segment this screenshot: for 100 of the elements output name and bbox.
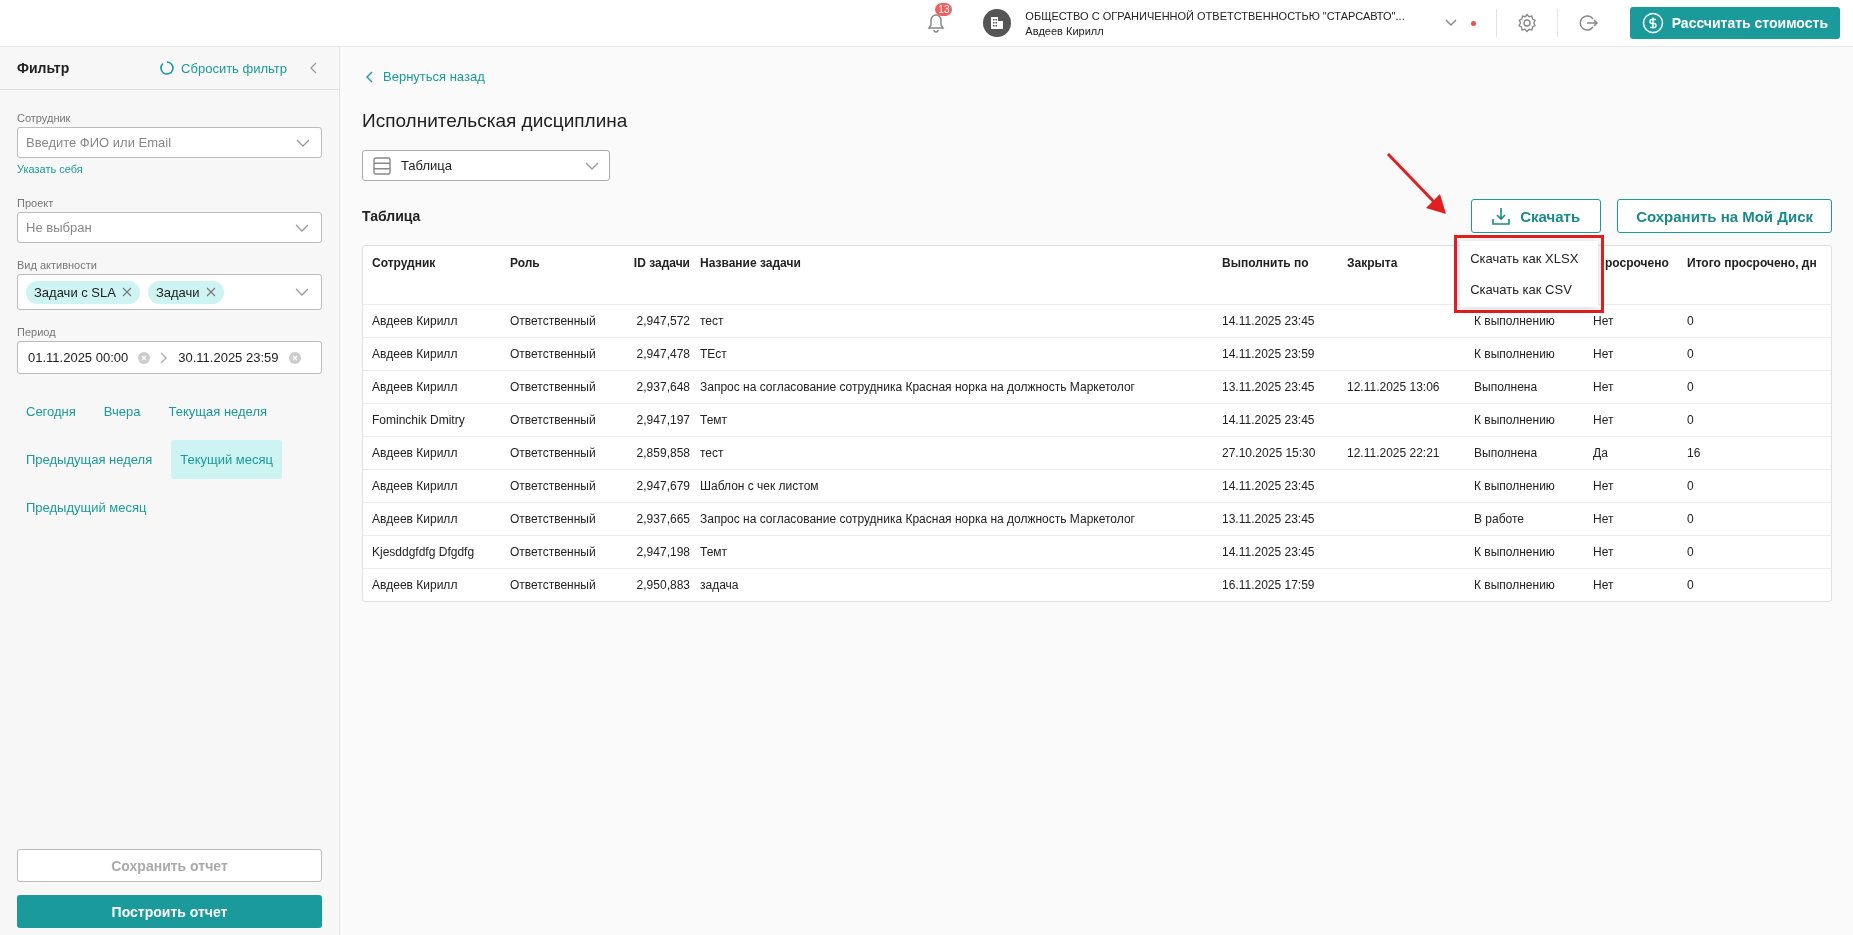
column-header: Название задачи <box>700 256 801 270</box>
menu-item[interactable]: Скачать как XLSX <box>1460 243 1599 274</box>
table-cell: 0 <box>1687 380 1694 394</box>
table-cell: 2,937,665 <box>636 512 690 526</box>
settings-icon[interactable] <box>1516 13 1537 33</box>
table-cell: 0 <box>1687 413 1694 427</box>
table-cell: 2,947,572 <box>636 314 690 328</box>
table-cell: К выполнению <box>1474 314 1555 328</box>
table-cell: 2,950,883 <box>636 578 690 592</box>
back-link[interactable]: Вернуться назад <box>365 69 485 84</box>
table-cell: Авдеев Кирилл <box>372 314 458 328</box>
period-preset-button[interactable]: Сегодня <box>17 392 85 431</box>
assign-self-link[interactable]: Указать себя <box>17 163 83 175</box>
table-cell: Нет <box>1593 413 1614 427</box>
employee-search-field[interactable]: Введите ФИО или Email <box>17 127 322 158</box>
save-to-disk-button[interactable]: Сохранить на Мой Диск <box>1617 199 1832 233</box>
chevron-right-icon <box>160 351 169 364</box>
table-cell: Авдеев Кирилл <box>372 512 458 526</box>
table-cell: 2,947,197 <box>636 413 690 427</box>
table-cell: тест <box>700 314 724 328</box>
table-cell: 12.11.2025 13:06 <box>1347 380 1440 394</box>
chevron-down-icon[interactable] <box>296 139 310 147</box>
table-cell: задача <box>700 578 739 592</box>
collapse-icon[interactable] <box>309 62 317 74</box>
activity-select[interactable]: Задачи с SLA Задачи <box>17 274 322 310</box>
calculate-cost-button[interactable]: Рассчитать стоимость <box>1629 7 1840 39</box>
table-cell: 2,937,648 <box>636 380 690 394</box>
view-select[interactable]: Таблица <box>362 150 610 181</box>
table-cell: 27.10.2025 15:30 <box>1222 446 1316 460</box>
download-button[interactable]: Скачать <box>1471 199 1602 233</box>
chevron-down-icon[interactable] <box>1444 19 1457 27</box>
table-cell: 13.11.2025 23:45 <box>1222 380 1315 394</box>
table-cell: 16.11.2025 17:59 <box>1222 578 1315 592</box>
table-cell: 16 <box>1687 446 1701 460</box>
period-preset-button[interactable]: Вчера <box>94 392 150 431</box>
close-icon[interactable] <box>205 287 216 297</box>
field-label: Проект <box>17 197 55 209</box>
table-cell: Ответственный <box>510 446 596 460</box>
table-cell: 14.11.2025 23:45 <box>1222 545 1315 559</box>
filter-title: Фильтр <box>17 60 71 76</box>
chip-label: Задачи с SLA <box>34 284 116 300</box>
table-cell: Ответственный <box>510 380 596 394</box>
chevron-left-icon <box>365 70 373 83</box>
project-select[interactable]: Не выбран <box>17 212 322 243</box>
page-title: Исполнительская дисциплина <box>362 110 628 132</box>
dollar-icon <box>1641 12 1664 34</box>
chevron-down-icon <box>295 223 309 232</box>
table-cell: Нет <box>1593 545 1614 559</box>
reset-filter-link[interactable]: Сбросить фильтр <box>159 60 287 76</box>
table-cell: Авдеев Кирилл <box>372 446 458 460</box>
table-cell: К выполнению <box>1474 578 1555 592</box>
table-cell: 14.11.2025 23:45 <box>1222 479 1315 493</box>
table-cell: Ответственный <box>510 347 596 361</box>
bell-icon[interactable] <box>927 13 946 33</box>
section-title: Таблица <box>362 208 422 224</box>
column-header: Сотрудник <box>372 256 436 270</box>
table-cell: 0 <box>1687 314 1694 328</box>
date-value: 30.11.2025 23:59 <box>178 350 279 365</box>
table-cell: Нет <box>1593 380 1614 394</box>
column-header: Выполнить по <box>1222 256 1309 270</box>
table-cell: К выполнению <box>1474 545 1555 559</box>
close-icon[interactable] <box>121 287 132 297</box>
column-header: Итого просрочено, дн <box>1687 256 1817 270</box>
logout-icon[interactable] <box>1577 13 1598 33</box>
period-preset-button[interactable]: Предыдущий месяц <box>17 488 156 527</box>
field-label: Вид активности <box>17 259 98 271</box>
table-cell: Нет <box>1593 347 1614 361</box>
chevron-down-icon <box>295 288 309 296</box>
table-cell: К выполнению <box>1474 413 1555 427</box>
table-cell: 0 <box>1687 545 1694 559</box>
activity-chip[interactable]: Задачи <box>147 280 224 304</box>
table-cell: Запрос на согласование сотрудника Красная норка на должность Маркетолог <box>700 512 1135 526</box>
table-cell: Выполнена <box>1474 446 1538 460</box>
table-cell: ТЕст <box>700 347 727 361</box>
table-cell: 13.11.2025 23:45 <box>1222 512 1315 526</box>
table-cell: 0 <box>1687 347 1694 361</box>
column-header: ID задачи <box>633 256 690 270</box>
period-preset-button[interactable]: Текущая неделя <box>159 392 276 431</box>
table-cell: Авдеев Кирилл <box>372 380 458 394</box>
table-cell: Выполнена <box>1474 380 1538 394</box>
table-cell: Ответственный <box>510 512 596 526</box>
table-cell: Ответственный <box>510 578 596 592</box>
table-cell: Запрос на согласование сотрудника Красная норка на должность Маркетолог <box>700 380 1135 394</box>
build-report-button[interactable]: Построить отчет <box>17 895 322 928</box>
table-cell: 2,859,858 <box>636 446 690 460</box>
field-label: Сотрудник <box>17 112 72 124</box>
table-cell: Ответственный <box>510 413 596 427</box>
column-header: росрочено <box>1605 256 1669 270</box>
table-cell: В работе <box>1474 512 1524 526</box>
period-preset-button[interactable]: Предыдущая неделя <box>17 440 162 479</box>
table-cell: 2,947,478 <box>636 347 690 361</box>
table-cell: Авдеев Кирилл <box>372 479 458 493</box>
date-value: 01.11.2025 00:00 <box>28 350 129 365</box>
menu-item[interactable]: Скачать как CSV <box>1460 274 1599 305</box>
activity-chip[interactable]: Задачи с SLA <box>26 280 140 304</box>
table-icon <box>373 156 391 175</box>
company-name: ОБЩЕСТВО С ОГРАНИЧЕННОЙ ОТВЕТСТВЕННОСТЬЮ "СТАРСАВТО"... <box>1025 9 1405 22</box>
table-cell: Ответственный <box>510 545 596 559</box>
period-preset-button[interactable]: Текущий месяц <box>171 440 282 479</box>
table-cell: 0 <box>1687 479 1694 493</box>
